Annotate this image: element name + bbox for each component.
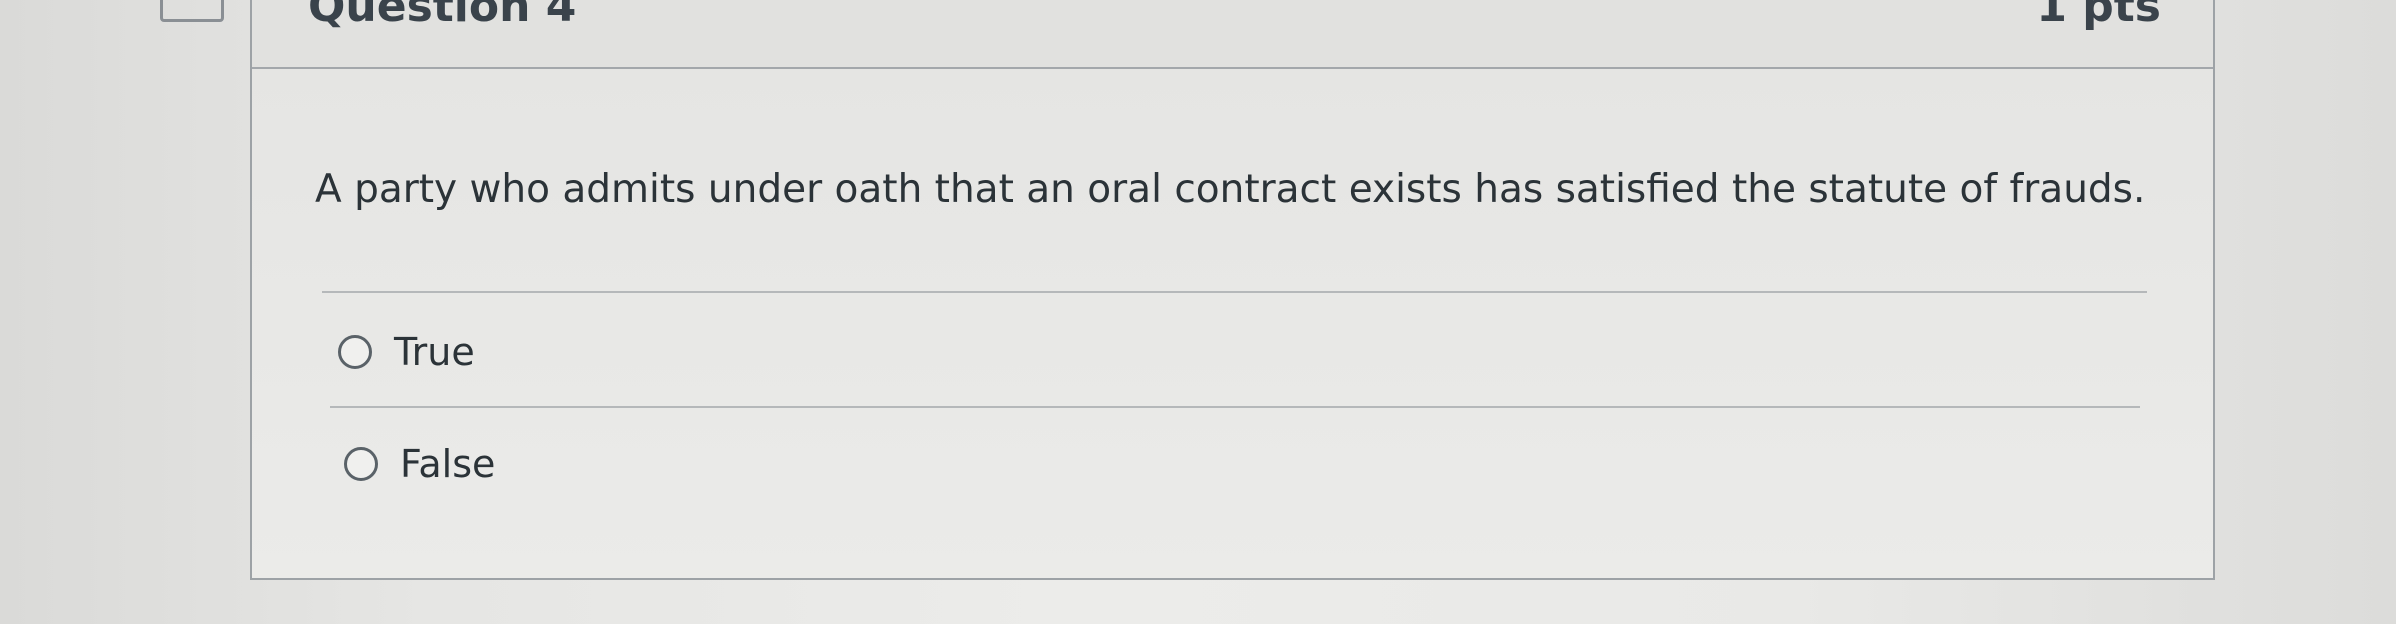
question-header: Question 4 1 pts <box>252 0 2213 69</box>
question-title: Question 4 <box>308 0 577 32</box>
answer-divider-middle <box>330 406 2140 408</box>
radio-unselected-icon[interactable] <box>338 335 372 369</box>
flag-question-checkbox-icon[interactable] <box>160 0 224 22</box>
answer-option-false[interactable]: False <box>344 442 495 486</box>
answer-label-false[interactable]: False <box>400 442 495 486</box>
question-points: 1 pts <box>2036 0 2161 32</box>
question-text: A party who admits under oath that an or… <box>315 167 2146 212</box>
radio-unselected-icon[interactable] <box>344 447 378 481</box>
answer-option-true[interactable]: True <box>338 330 475 374</box>
answer-label-true[interactable]: True <box>394 330 475 374</box>
question-card: Question 4 1 pts <box>250 0 2215 580</box>
answer-divider-top <box>322 291 2147 293</box>
